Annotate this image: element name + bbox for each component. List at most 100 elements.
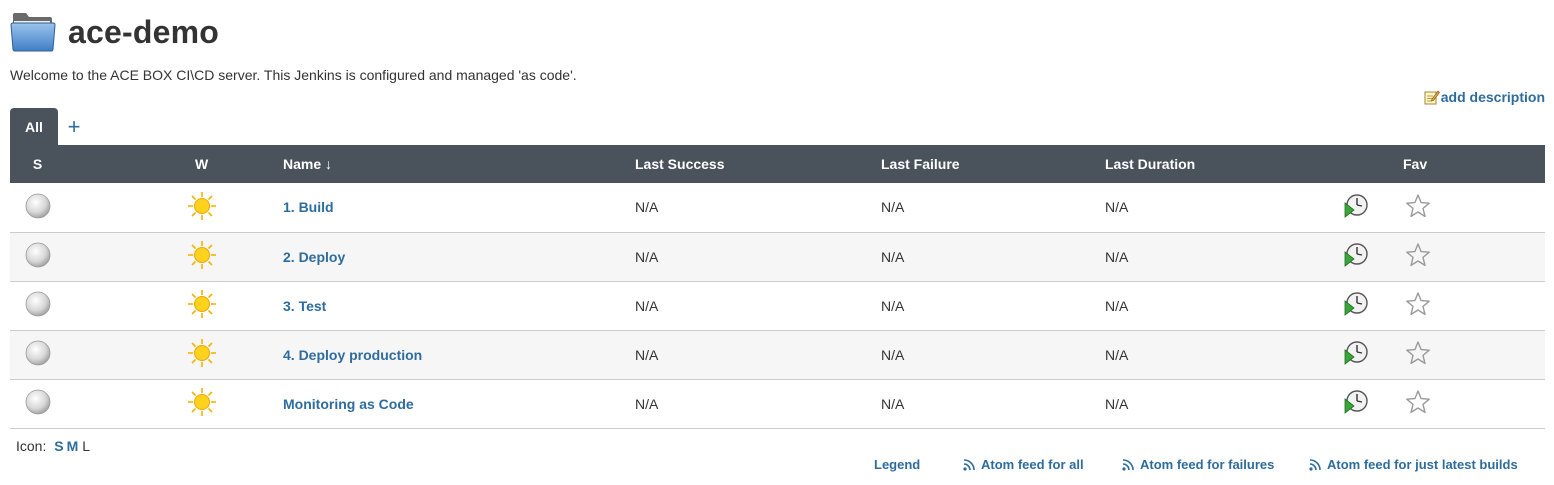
schedule-build-cell (1343, 281, 1403, 330)
status-cell (10, 281, 65, 330)
status-cell (10, 379, 65, 428)
schedule-build-icon[interactable] (1343, 193, 1369, 222)
last-success-cell: N/A (635, 395, 659, 412)
weather-cell (65, 183, 283, 232)
schedule-build-icon[interactable] (1343, 242, 1369, 271)
last-failure-cell: N/A (881, 297, 905, 314)
job-link[interactable]: 2. Deploy (283, 249, 345, 265)
favorite-star-icon[interactable] (1405, 291, 1431, 320)
job-link[interactable]: 1. Build (283, 199, 334, 215)
last-success-cell: N/A (635, 199, 659, 216)
icon-size-medium[interactable]: M (67, 438, 79, 454)
icon-size-label: Icon: (16, 438, 47, 454)
job-name-cell: 4. Deploy production (283, 330, 635, 379)
schedule-build-icon[interactable] (1343, 389, 1369, 418)
last-duration-cell: N/A (1105, 199, 1129, 216)
status-ball-icon (25, 340, 51, 369)
status-cell (10, 330, 65, 379)
schedule-build-icon[interactable] (1343, 291, 1369, 320)
weather-cell (65, 330, 283, 379)
folder-icon (10, 13, 56, 52)
favorite-star-icon[interactable] (1405, 193, 1431, 222)
atom-feed-failures-label: Atom feed for failures (1140, 457, 1275, 472)
table-row: 4. Deploy production N/A N/A N/A (10, 330, 1545, 379)
weather-sunny-icon (187, 338, 217, 371)
favorite-star-icon[interactable] (1405, 340, 1431, 369)
table-row: 2. Deploy N/A N/A N/A (10, 232, 1545, 281)
schedule-build-cell (1343, 330, 1403, 379)
column-header-fav[interactable]: Fav (1403, 145, 1545, 183)
icon-size-large: L (82, 438, 91, 454)
column-header-last-failure[interactable]: Last Failure (881, 145, 1105, 183)
weather-sunny-icon (187, 289, 217, 322)
last-duration-cell: N/A (1105, 297, 1129, 314)
fav-cell (1403, 330, 1545, 379)
weather-cell (65, 232, 283, 281)
rss-icon (1309, 458, 1321, 471)
icon-size-selector: Icon: SML (16, 438, 90, 454)
add-description-link[interactable]: add description (1424, 89, 1545, 105)
legend-label: Legend (874, 457, 921, 472)
icon-size-small[interactable]: S (54, 438, 63, 454)
column-header-name[interactable]: Name ↓ (283, 145, 635, 183)
job-link[interactable]: 4. Deploy production (283, 347, 422, 363)
add-description-label: add description (1440, 89, 1545, 105)
column-header-last-success[interactable]: Last Success (635, 145, 881, 183)
status-cell (10, 183, 65, 232)
fav-cell (1403, 183, 1545, 232)
table-header-row: S W Name ↓ Last Success Last Failure Las… (10, 145, 1545, 183)
weather-sunny-icon (187, 191, 217, 224)
last-duration-cell: N/A (1105, 346, 1129, 363)
atom-feed-latest-label: Atom feed for just latest builds (1327, 457, 1518, 472)
weather-sunny-icon (187, 387, 217, 420)
schedule-build-cell (1343, 379, 1403, 428)
last-failure-cell: N/A (881, 346, 905, 363)
atom-feed-all-label: Atom feed for all (981, 457, 1084, 472)
add-view-button[interactable]: + (59, 108, 89, 145)
status-ball-icon (25, 291, 51, 320)
last-failure-cell: N/A (881, 395, 905, 412)
page-description: Welcome to the ACE BOX CI\CD server. Thi… (10, 67, 577, 83)
atom-feed-latest-link[interactable]: Atom feed for just latest builds (1309, 457, 1518, 472)
last-success-cell: N/A (635, 297, 659, 314)
jobs-table: S W Name ↓ Last Success Last Failure Las… (10, 145, 1545, 429)
favorite-star-icon[interactable] (1405, 389, 1431, 418)
view-tabs: All + (10, 108, 89, 145)
legend-link[interactable]: Legend (874, 457, 920, 472)
rss-icon (1122, 458, 1134, 471)
last-success-cell: N/A (635, 346, 659, 363)
last-failure-cell: N/A (881, 199, 905, 216)
last-failure-cell: N/A (881, 248, 905, 265)
tab-all[interactable]: All (10, 108, 58, 145)
column-header-last-duration[interactable]: Last Duration (1105, 145, 1343, 183)
table-row: 3. Test N/A N/A N/A (10, 281, 1545, 330)
last-duration-cell: N/A (1105, 248, 1129, 265)
job-name-cell: 1. Build (283, 183, 635, 232)
schedule-build-cell (1343, 232, 1403, 281)
status-ball-icon (25, 193, 51, 222)
atom-feed-all-link[interactable]: Atom feed for all (963, 457, 1084, 472)
status-cell (10, 232, 65, 281)
column-header-weather[interactable]: W (65, 145, 283, 183)
weather-sunny-icon (187, 240, 217, 273)
column-header-status[interactable]: S (10, 145, 65, 183)
table-row: Monitoring as Code N/A N/A N/A (10, 379, 1545, 428)
fav-cell (1403, 379, 1545, 428)
column-header-actions (1343, 145, 1403, 183)
weather-cell (65, 379, 283, 428)
weather-cell (65, 281, 283, 330)
job-link[interactable]: Monitoring as Code (283, 396, 414, 412)
fav-cell (1403, 232, 1545, 281)
atom-feed-failures-link[interactable]: Atom feed for failures (1122, 457, 1274, 472)
job-link[interactable]: 3. Test (283, 298, 326, 314)
table-row: 1. Build N/A N/A N/A (10, 183, 1545, 232)
schedule-build-icon[interactable] (1343, 340, 1369, 369)
page-title: ace-demo (68, 13, 219, 50)
rss-icon (963, 458, 975, 471)
page-header: ace-demo (10, 10, 219, 54)
last-success-cell: N/A (635, 248, 659, 265)
favorite-star-icon[interactable] (1405, 242, 1431, 271)
job-name-cell: Monitoring as Code (283, 379, 635, 428)
edit-note-icon (1424, 90, 1440, 105)
schedule-build-cell (1343, 183, 1403, 232)
